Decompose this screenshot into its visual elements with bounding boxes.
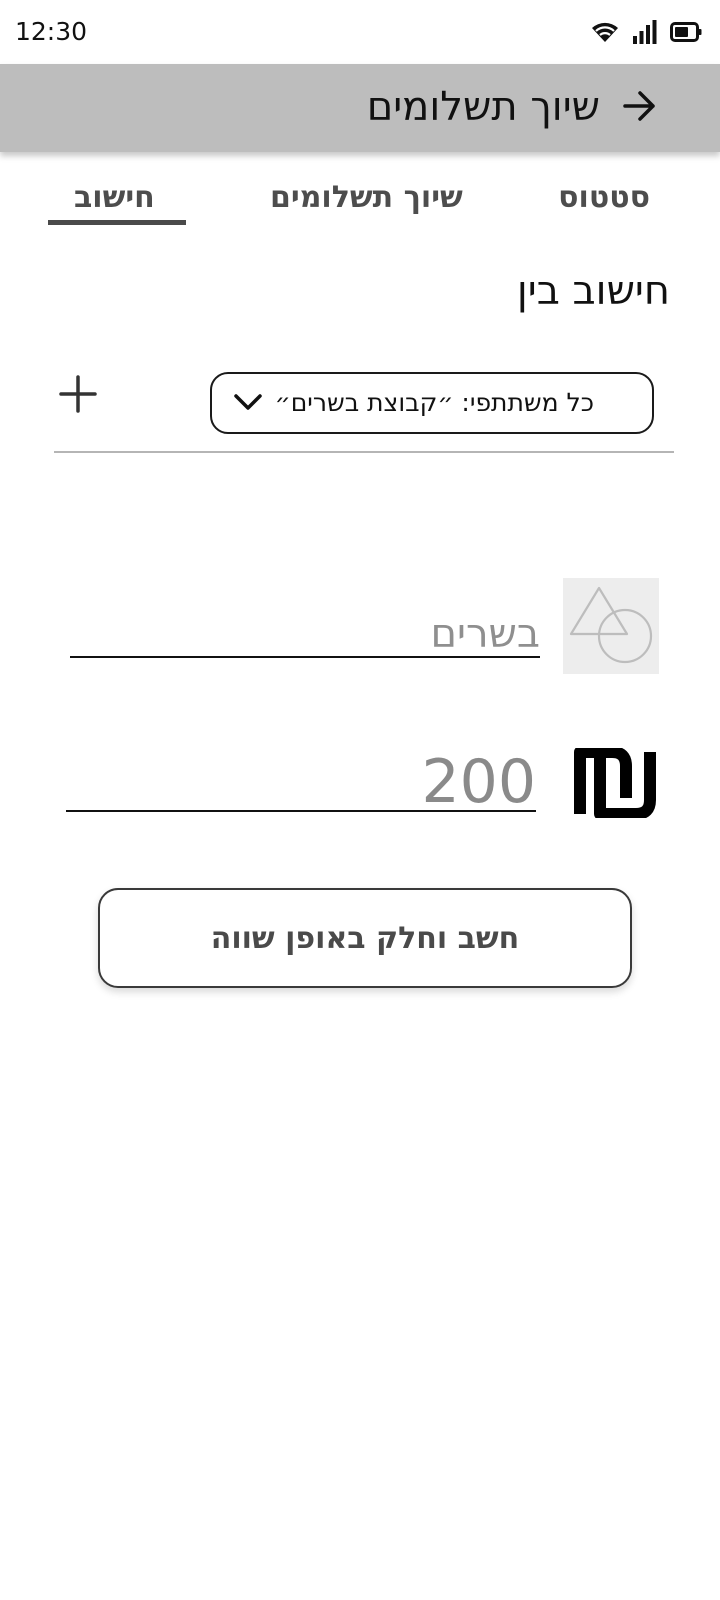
section-title: חישוב בין xyxy=(516,268,670,314)
amount-field[interactable]: 200 xyxy=(66,747,536,817)
wifi-icon xyxy=(590,20,620,44)
plus-icon xyxy=(58,375,98,418)
participants-selected-value: כל משתתפי: ״קבוצת בשרים״ xyxy=(274,388,594,417)
cellular-signal-icon xyxy=(632,19,658,45)
tab-status[interactable]: סטטוס xyxy=(558,178,650,218)
participants-dropdown[interactable]: כל משתתפי: ״קבוצת בשרים״ xyxy=(210,372,654,434)
category-value: בשרים xyxy=(430,611,540,657)
status-icons xyxy=(590,18,702,46)
status-bar: 12:30 xyxy=(0,0,720,64)
arrow-right-icon xyxy=(620,86,660,130)
app-bar: שיוך תשלומים xyxy=(0,64,720,152)
active-tab-indicator xyxy=(48,220,186,225)
status-time: 12:30 xyxy=(15,17,88,46)
category-field[interactable]: בשרים xyxy=(70,600,540,658)
calculate-split-equally-button[interactable]: חשב וחלק באופן שווה xyxy=(98,888,632,988)
battery-icon xyxy=(670,20,702,44)
amount-value: 200 xyxy=(421,747,536,817)
tab-calculation[interactable]: חישוב xyxy=(74,178,155,218)
tab-payment-assignment[interactable]: שיוך תשלומים xyxy=(270,178,463,218)
calculate-button-label: חשב וחלק באופן שווה xyxy=(210,920,520,956)
image-placeholder-icon xyxy=(563,586,659,678)
add-participant-button[interactable] xyxy=(58,374,98,414)
tab-bar: סטטוס שיוך תשלומים חישוב xyxy=(0,168,720,232)
category-image[interactable] xyxy=(563,578,659,674)
page-title: שיוך תשלומים xyxy=(366,84,600,130)
chevron-down-icon xyxy=(232,390,264,418)
back-button[interactable] xyxy=(618,86,662,130)
shekel-icon xyxy=(574,746,656,820)
divider xyxy=(54,451,674,453)
